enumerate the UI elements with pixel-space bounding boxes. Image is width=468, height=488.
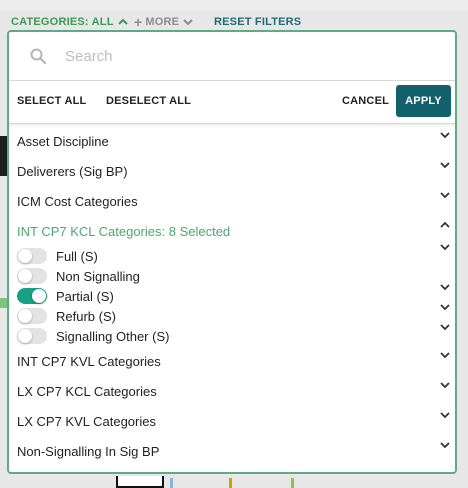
option-refurb[interactable]: Refurb (S) (9, 304, 455, 326)
chevron-up-icon (440, 221, 450, 228)
toggle-switch[interactable] (17, 328, 47, 344)
chevron-down-icon (440, 192, 450, 199)
chevron-down-icon[interactable] (439, 322, 451, 332)
toggle-switch[interactable] (17, 268, 47, 284)
toggle-switch[interactable] (17, 248, 47, 264)
chevron-down-icon[interactable] (439, 282, 451, 292)
chevron-down-icon (440, 412, 450, 419)
chevron-down-icon (440, 442, 450, 449)
option-full[interactable]: Full (S) (9, 244, 455, 266)
more-filters-button[interactable]: + MORE (134, 13, 193, 30)
option-non-signalling[interactable]: Non Signalling (9, 266, 455, 286)
category-label: Non-Signalling In Sig BP (17, 443, 160, 459)
category-icm-cost[interactable]: ICM Cost Categories (9, 186, 455, 216)
option-partial[interactable]: Partial (S) (9, 284, 455, 306)
apply-button[interactable]: APPLY (396, 85, 451, 117)
select-all-button[interactable]: SELECT ALL (17, 95, 86, 107)
search-row (9, 32, 455, 81)
category-lx-cp7-kvl[interactable]: LX CP7 KVL Categories (9, 406, 455, 436)
chevron-up-icon (117, 18, 128, 25)
background-strip (0, 0, 468, 10)
toggle-knob (18, 249, 32, 263)
categories-filter-toggle[interactable]: CATEGORIES: ALL (11, 16, 128, 28)
category-int-cp7-kvl[interactable]: INT CP7 KVL Categories (9, 346, 455, 376)
reset-filters-label: RESET FILTERS (214, 16, 302, 28)
action-row: SELECT ALL DESELECT ALL CANCEL APPLY (9, 81, 455, 124)
categories-dropdown-panel: SELECT ALL DESELECT ALL CANCEL APPLY Ass… (7, 30, 457, 474)
category-label: INT CP7 KCL Categories: 8 Selected (17, 223, 231, 239)
category-non-signalling-sig-bp[interactable]: Non-Signalling In Sig BP (9, 436, 455, 466)
category-label: LX CP7 KCL Categories (17, 383, 157, 399)
chevron-down-icon[interactable] (439, 302, 451, 312)
cancel-button[interactable]: CANCEL (342, 95, 389, 107)
category-label: ICM Cost Categories (17, 193, 138, 209)
chevron-down-icon (183, 19, 193, 26)
option-label: Partial (S) (56, 288, 114, 304)
chevron-down-icon (440, 352, 450, 359)
toggle-knob (18, 269, 32, 283)
chevron-down-icon (440, 132, 450, 139)
background-bar (170, 478, 173, 488)
reset-filters-link[interactable]: RESET FILTERS (214, 16, 301, 28)
toggle-knob (32, 289, 46, 303)
filter-bar: CATEGORIES: ALL + MORE RESET FILTERS (0, 12, 468, 32)
category-list: Asset Discipline Deliverers (Sig BP) ICM… (9, 126, 455, 466)
deselect-all-button[interactable]: DESELECT ALL (106, 95, 191, 107)
chevron-down-icon[interactable] (439, 242, 451, 252)
toggle-switch[interactable] (17, 308, 47, 324)
category-asset-discipline[interactable]: Asset Discipline (9, 126, 455, 156)
chevron-down-icon (440, 162, 450, 169)
category-int-cp7-kcl[interactable]: INT CP7 KCL Categories: 8 Selected (9, 216, 455, 246)
option-label: Full (S) (56, 248, 98, 264)
option-signalling-other[interactable]: Signalling Other (S) (9, 324, 455, 346)
toggle-knob (18, 329, 32, 343)
toggle-switch[interactable] (17, 288, 47, 304)
background-bar (291, 478, 294, 488)
toggle-knob (18, 309, 32, 323)
category-lx-cp7-kcl[interactable]: LX CP7 KCL Categories (9, 376, 455, 406)
categories-filter-label: CATEGORIES: ALL (11, 16, 114, 28)
category-label: LX CP7 KVL Categories (17, 413, 156, 429)
category-label: Asset Discipline (17, 133, 109, 149)
option-label: Refurb (S) (56, 308, 116, 324)
background-box (116, 476, 164, 488)
category-label: Deliverers (Sig BP) (17, 163, 128, 179)
category-deliverers[interactable]: Deliverers (Sig BP) (9, 156, 455, 186)
more-filters-label: MORE (145, 16, 180, 28)
chevron-down-icon (440, 382, 450, 389)
background-bar (229, 478, 232, 488)
option-label: Signalling Other (S) (56, 328, 170, 344)
category-label: INT CP7 KVL Categories (17, 353, 161, 369)
option-label: Non Signalling (56, 268, 140, 284)
search-icon (30, 48, 47, 65)
plus-icon: + (134, 13, 143, 30)
search-input[interactable] (63, 46, 407, 66)
